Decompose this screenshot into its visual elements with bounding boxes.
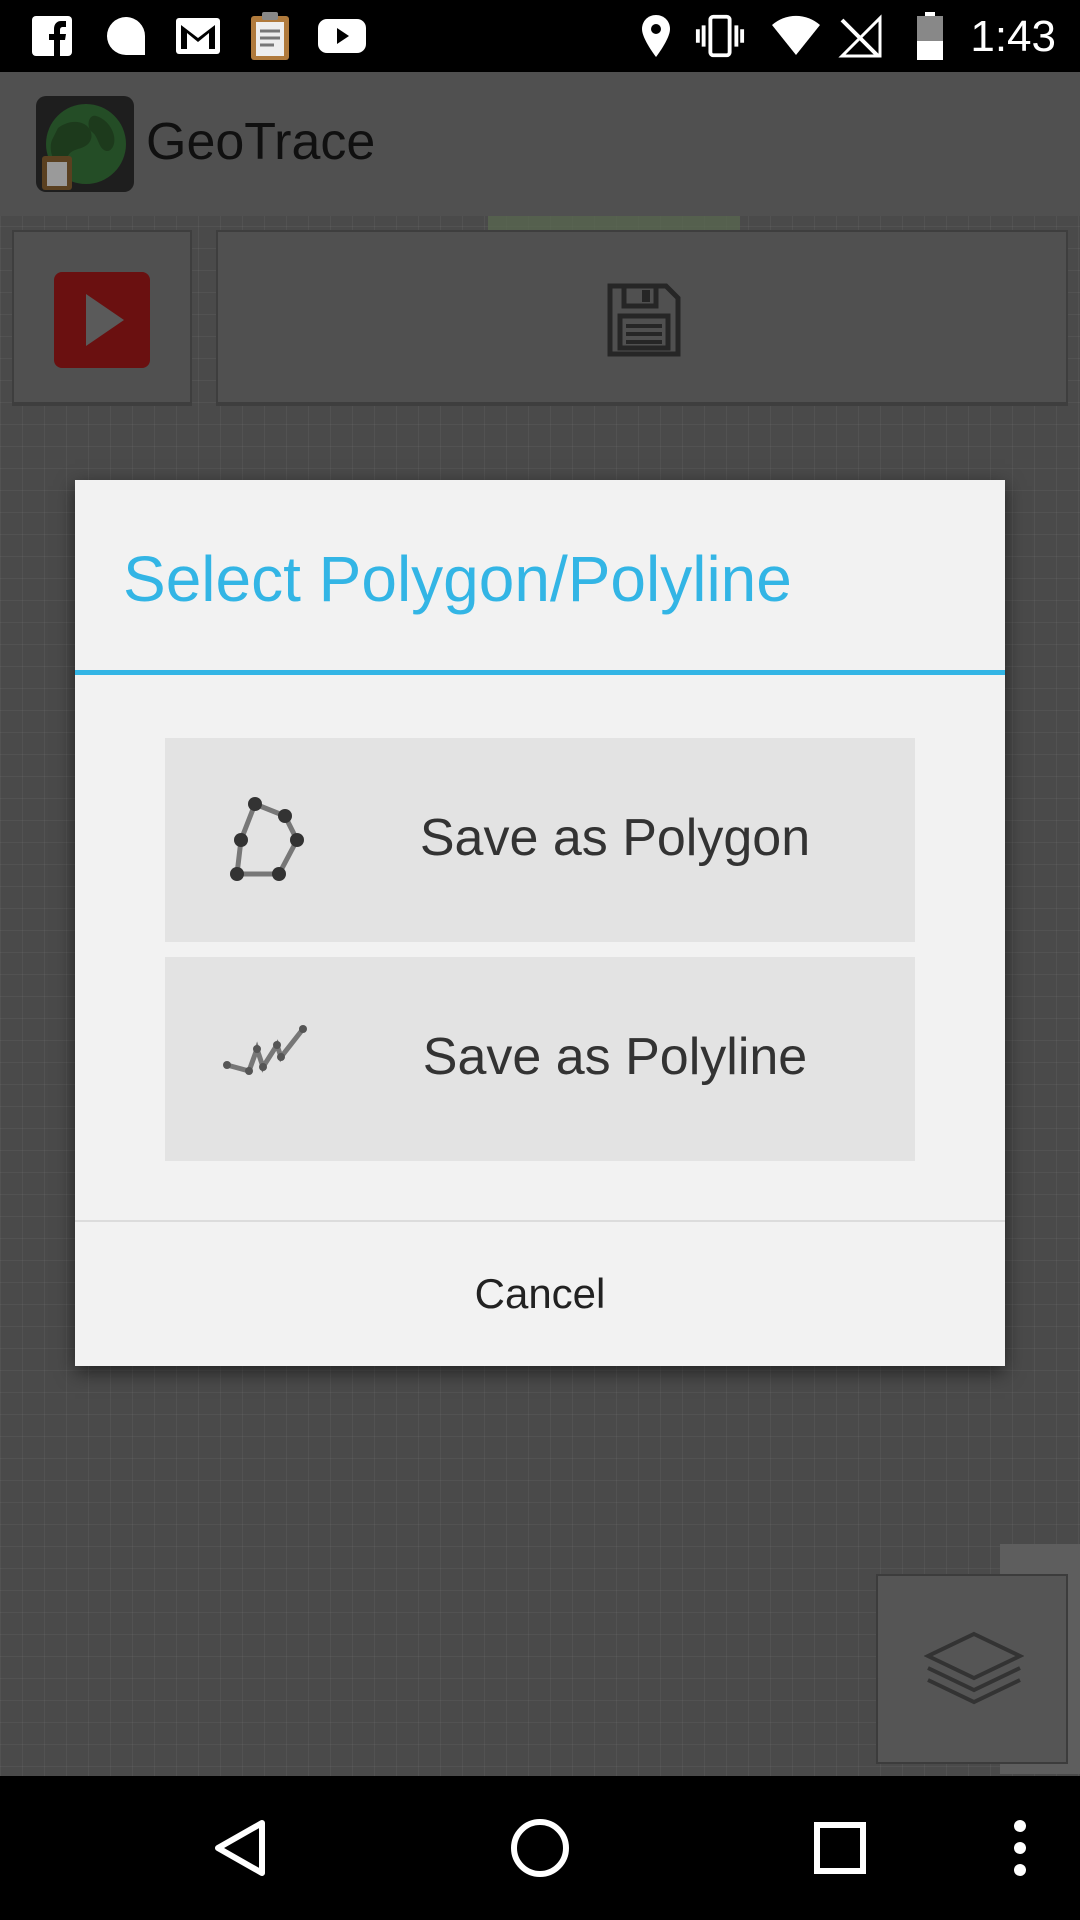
save-as-polygon-button[interactable]: Save as Polygon <box>165 738 915 942</box>
app-logo <box>36 96 134 192</box>
vibrate-icon <box>694 10 746 62</box>
start-tracking-button[interactable] <box>12 230 192 406</box>
floppy-disk-icon <box>606 282 682 362</box>
polyline-icon <box>215 1009 315 1109</box>
layers-icon <box>923 1628 1025 1712</box>
layers-button[interactable] <box>876 1574 1068 1764</box>
navigation-bar <box>0 1776 1080 1920</box>
back-icon[interactable] <box>200 1808 280 1888</box>
polygon-icon <box>215 790 315 890</box>
youtube-icon <box>316 10 368 62</box>
location-icon <box>630 10 682 62</box>
wifi-icon <box>770 10 822 62</box>
dialog-title: Select Polygon/Polyline <box>123 543 792 615</box>
play-icon <box>54 272 150 368</box>
save-as-polyline-button[interactable]: Save as Polyline <box>165 957 915 1161</box>
status-time: 1:43 <box>970 12 1056 61</box>
chat-bubble-icon <box>100 10 152 62</box>
no-signal-icon <box>834 10 886 62</box>
battery-icon <box>904 10 956 62</box>
save-trace-button[interactable] <box>216 230 1068 406</box>
cancel-button[interactable]: Cancel <box>75 1222 1005 1366</box>
title-divider <box>75 670 1005 675</box>
facebook-icon <box>26 10 78 62</box>
select-shape-dialog: Select Polygon/Polyline Save as Polygon <box>75 480 1005 1366</box>
overflow-menu-icon[interactable] <box>980 1808 1060 1888</box>
app-title: GeoTrace <box>146 113 376 171</box>
save-as-polyline-label: Save as Polyline <box>422 1028 808 1086</box>
home-icon[interactable] <box>500 1808 580 1888</box>
recents-icon[interactable] <box>800 1808 880 1888</box>
gmail-icon <box>172 10 224 62</box>
clipboard-icon <box>244 10 296 62</box>
action-bar: GeoTrace <box>0 72 1080 216</box>
save-as-polygon-label: Save as Polygon <box>419 809 811 867</box>
status-bar: 1:43 <box>0 0 1080 72</box>
